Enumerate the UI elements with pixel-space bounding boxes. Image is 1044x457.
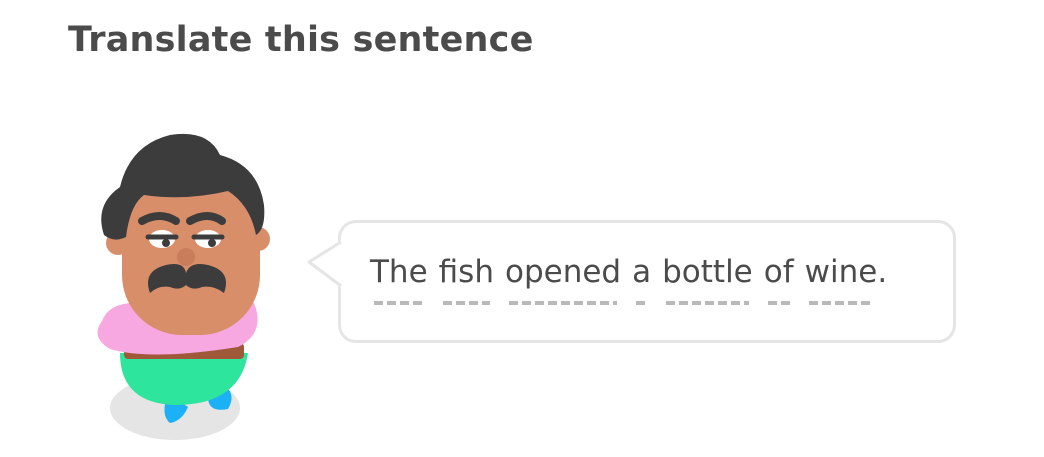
sentence-word[interactable]: fish <box>439 254 494 308</box>
sentence-word[interactable]: opened <box>505 254 621 308</box>
sentence-word[interactable]: of <box>764 254 794 308</box>
character-illustration <box>97 133 270 440</box>
sentence: The fish opened a bottle of wine . <box>370 254 887 308</box>
sentence-word[interactable]: wine <box>805 254 877 308</box>
sentence-word[interactable]: bottle <box>662 254 753 308</box>
speech-bubble-tail <box>307 240 342 288</box>
character-nose <box>177 248 195 266</box>
sentence-word[interactable]: The <box>370 254 428 308</box>
sentence-word[interactable]: a <box>632 254 651 308</box>
page-title: Translate this sentence <box>68 20 534 60</box>
sentence-punctuation: . <box>877 254 888 290</box>
